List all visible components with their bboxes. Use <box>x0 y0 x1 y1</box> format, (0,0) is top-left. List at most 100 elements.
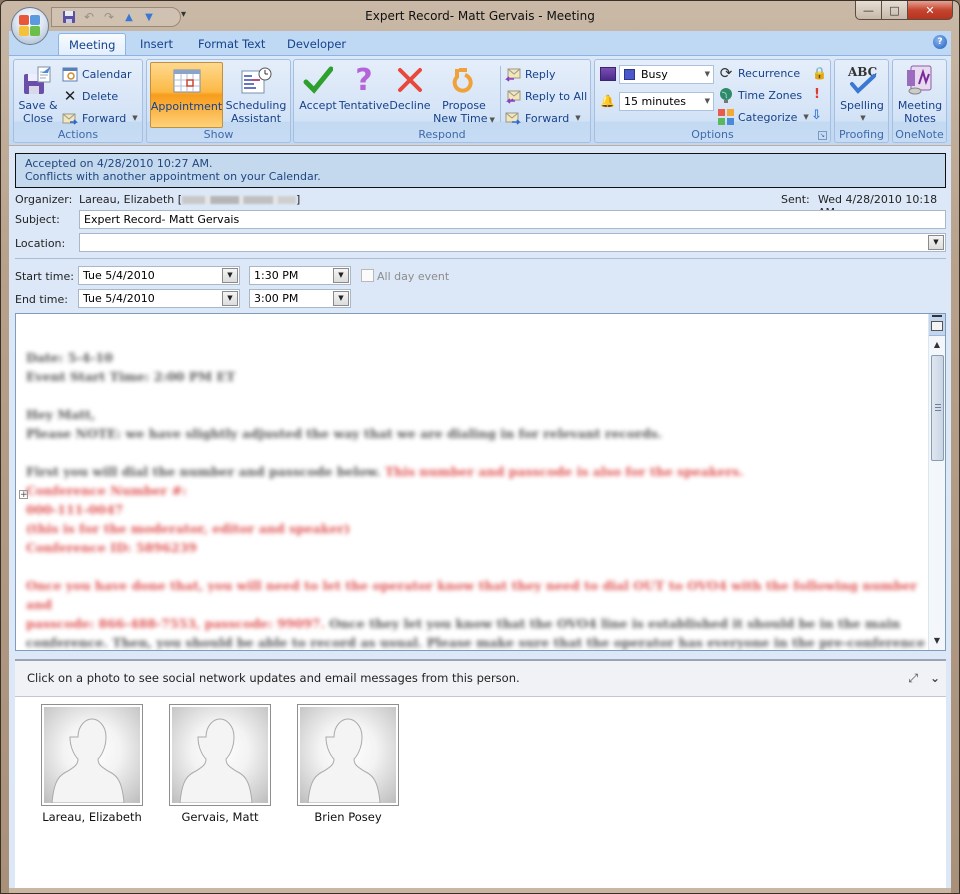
customize-toolbar-icon[interactable]: ▾ <box>181 9 186 20</box>
location-field[interactable]: ▼ <box>79 233 946 252</box>
previous-item-icon[interactable]: ▲ <box>122 10 136 24</box>
recurrence-icon: ⟳ <box>719 64 733 82</box>
subject-field[interactable]: Expert Record- Matt Gervais <box>79 210 946 229</box>
chevron-down-icon[interactable]: ▼ <box>333 291 349 306</box>
accept-button[interactable]: Accept <box>297 62 339 128</box>
question-mark-icon: ? <box>355 62 373 98</box>
end-time-picker[interactable]: 3:00 PM ▼ <box>249 289 351 308</box>
spelling-button[interactable]: ABC Spelling ▼ <box>837 62 887 128</box>
start-time-label: Start time: <box>15 270 74 283</box>
expand-icon[interactable]: ⤢ <box>908 671 918 686</box>
propose-new-time-button[interactable]: Propose New Time ▼ <box>433 62 495 128</box>
propose-label-2: New Time <box>433 112 488 125</box>
redo-icon[interactable]: ↷ <box>102 10 116 24</box>
recurrence-button[interactable]: ⟳ Recurrence <box>718 63 800 83</box>
split-view-toggle[interactable] <box>929 314 945 336</box>
tentative-label: Tentative <box>338 99 390 112</box>
scheduling-assistant-button[interactable]: Scheduling Assistant <box>225 62 287 128</box>
people-pane-hint: Click on a photo to see social network u… <box>27 671 520 685</box>
outlook-meeting-window: Expert Record- Matt Gervais - Meeting — … <box>0 0 960 894</box>
checkmark-icon <box>302 64 334 96</box>
info-bar: Accepted on 4/28/2010 10:27 AM. Conflict… <box>15 153 946 188</box>
next-item-icon[interactable]: ▼ <box>142 10 156 24</box>
chevron-down-icon[interactable]: ▼ <box>222 268 238 283</box>
tab-developer[interactable]: Developer <box>277 33 356 55</box>
save-and-close-button[interactable]: Save & Close <box>16 62 60 128</box>
close-button[interactable]: ✕ <box>908 1 953 20</box>
all-day-event-checkbox[interactable] <box>361 269 374 282</box>
message-body[interactable]: Date: 5-4-10 Event Start Time: 2:00 PM ET… <box>15 313 946 651</box>
chevron-down-icon: ▼ <box>704 70 710 78</box>
person-card[interactable]: Gervais, Matt <box>169 704 271 824</box>
subject-value: Expert Record- Matt Gervais <box>84 213 240 226</box>
tab-insert[interactable]: Insert <box>130 33 183 55</box>
table-move-handle-icon[interactable]: + <box>19 490 28 500</box>
save-icon[interactable] <box>62 10 76 24</box>
collapse-chevron-icon[interactable]: ⌄ <box>930 671 940 686</box>
body-text-run: Conference Number #: <box>26 483 187 498</box>
help-icon[interactable]: ? <box>933 35 947 49</box>
show-as-dropdown[interactable]: Busy ▼ <box>619 65 714 84</box>
tab-format-text[interactable]: Format Text <box>188 33 275 55</box>
appointment-button[interactable]: Appointment <box>150 62 223 128</box>
minimize-icon: — <box>863 3 874 17</box>
scroll-up-arrow-icon[interactable]: ▲ <box>929 338 945 352</box>
group-divider <box>500 66 501 122</box>
chevron-down-icon[interactable]: ▼ <box>222 291 238 306</box>
reply-icon <box>505 66 521 82</box>
start-date-picker[interactable]: Tue 5/4/2010 ▼ <box>78 266 240 285</box>
minimize-button[interactable]: — <box>855 1 882 20</box>
respond-forward-button[interactable]: Forward ▼ <box>505 108 581 128</box>
time-zones-button[interactable]: Time Zones <box>718 85 802 105</box>
maximize-button[interactable]: □ <box>882 1 908 20</box>
body-paragraph: Date: 5-4-10 Event Start Time: 2:00 PM ET <box>26 348 926 386</box>
decline-button[interactable]: Decline <box>389 62 431 128</box>
body-paragraph: Hey Matt, Please NOTE: we have slightly a… <box>26 405 926 443</box>
person-photo[interactable] <box>297 704 399 806</box>
private-lock-icon[interactable]: 🔒 <box>812 66 827 80</box>
end-date-picker[interactable]: Tue 5/4/2010 ▼ <box>78 289 240 308</box>
tab-meeting[interactable]: Meeting <box>58 33 127 55</box>
forward-label: Forward <box>82 111 127 125</box>
person-photo[interactable] <box>41 704 143 806</box>
group-label-respond: Respond <box>418 128 466 141</box>
forward-button[interactable]: Forward ▼ <box>62 108 138 128</box>
spelling-label: Spelling <box>840 99 884 112</box>
high-importance-icon[interactable]: ! <box>814 87 820 102</box>
person-silhouette-icon <box>179 718 253 803</box>
start-time-picker[interactable]: 1:30 PM ▼ <box>249 266 351 285</box>
chevron-down-icon[interactable]: ▼ <box>333 268 349 283</box>
person-photo[interactable] <box>169 704 271 806</box>
reminder-dropdown[interactable]: 15 minutes ▼ <box>619 92 714 111</box>
low-importance-icon[interactable]: ⇩ <box>811 108 822 123</box>
grip-line <box>935 407 941 408</box>
vertical-scrollbar[interactable]: ▲ ▼ <box>928 314 945 650</box>
scroll-down-arrow-icon[interactable]: ▼ <box>929 634 945 648</box>
meeting-notes-label-1: Meeting <box>897 99 943 112</box>
subject-label: Subject: <box>15 213 60 226</box>
undo-icon[interactable]: ↶ <box>82 10 96 24</box>
meeting-notes-button[interactable]: Meeting Notes <box>895 62 945 128</box>
scrollbar-thumb[interactable] <box>931 355 944 461</box>
reply-button[interactable]: Reply <box>505 64 555 84</box>
person-name: Gervais, Matt <box>181 810 259 824</box>
body-text-run: (this is for the moderator, editor and s… <box>26 521 351 536</box>
person-card[interactable]: Lareau, Elizabeth <box>41 704 143 824</box>
person-card[interactable]: Brien Posey <box>297 704 399 824</box>
organizer-label: Organizer: <box>15 193 73 206</box>
tentative-button[interactable]: ? Tentative <box>338 62 390 128</box>
group-show: Appointment Scheduling Assistant Show <box>146 59 291 143</box>
scheduling-label-1: Scheduling <box>225 99 287 112</box>
office-button[interactable] <box>11 7 49 45</box>
scheduling-label-2: Assistant <box>230 112 282 125</box>
group-onenote: Meeting Notes OneNote <box>892 59 947 143</box>
delete-button[interactable]: ✕ Delete <box>62 86 118 106</box>
reply-label: Reply <box>525 67 556 81</box>
person-name: Brien Posey <box>314 810 382 824</box>
forward-icon <box>505 110 521 126</box>
group-label-actions: Actions <box>57 128 99 141</box>
categorize-button[interactable]: Categorize ▼ <box>718 107 809 127</box>
calendar-button[interactable]: Calendar <box>62 64 131 84</box>
reply-all-button[interactable]: Reply to All <box>505 86 587 106</box>
location-dropdown-icon[interactable]: ▼ <box>928 235 944 250</box>
